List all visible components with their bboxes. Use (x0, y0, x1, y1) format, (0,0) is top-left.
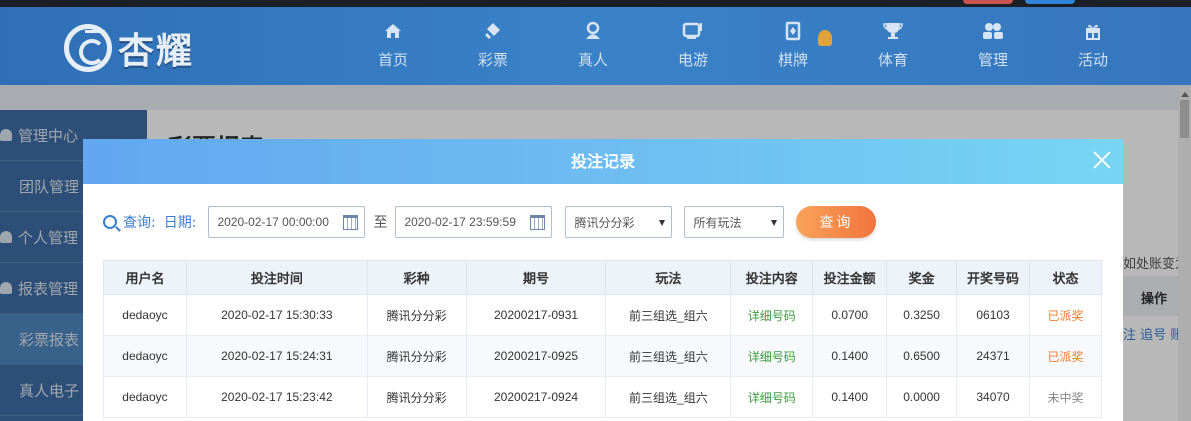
cell-issue: 20200217-0924 (465, 376, 607, 418)
column-header: 用户名 (103, 260, 187, 295)
search-icon (103, 215, 117, 229)
users-icon (943, 20, 1043, 42)
query-label: 查询: (123, 215, 156, 231)
modal-header: 投注记录 (83, 139, 1123, 184)
person-icon (543, 20, 643, 42)
home-icon (343, 20, 443, 42)
nav-label: 电游 (677, 51, 708, 69)
table-row: dedaoyc 2020-02-17 15:24:31 腾讯分分彩 202002… (103, 335, 1102, 377)
cell-draw-number: 06103 (956, 294, 1031, 336)
cell-username: dedaoyc (103, 294, 187, 336)
nav-label: 棋牌 (777, 51, 808, 69)
browser-top-strip (0, 0, 1191, 7)
detail-numbers-link[interactable]: 详细号码 (730, 376, 814, 418)
nav-item-home[interactable]: 首页 (343, 20, 443, 70)
nav-item-lottery[interactable]: 彩票 (443, 20, 543, 70)
nav-label: 首页 (377, 51, 408, 69)
top-strip-button-blue[interactable] (1025, 0, 1075, 4)
logo-emblem-icon (64, 24, 112, 72)
cell-prize: 0.0000 (886, 376, 958, 418)
column-header: 投注时间 (185, 260, 368, 295)
cell-draw-number: 34070 (956, 376, 1031, 418)
cell-bet-time: 2020-02-17 15:24:31 (185, 335, 368, 377)
nav-item-egame[interactable]: 电游 (643, 20, 743, 70)
table-row: dedaoyc 2020-02-17 15:30:33 腾讯分分彩 202002… (103, 294, 1102, 336)
filter-bar: 查询: 日期: 2020-02-17 00:00:00 至 2020-02-17… (103, 206, 877, 238)
bet-record-table: 用户名 投注时间 彩种 期号 玩法 投注内容 投注金额 奖金 开奖号码 状态 d… (103, 260, 1102, 418)
cell-play: 前三组选_组六 (605, 376, 732, 418)
column-header: 投注金额 (812, 260, 888, 295)
cell-prize: 0.6500 (886, 335, 958, 377)
column-header: 玩法 (605, 260, 732, 295)
status-badge: 已派奖 (1029, 294, 1102, 336)
column-header: 投注内容 (730, 260, 814, 295)
chevron-down-icon (771, 220, 778, 226)
nav-label: 管理 (977, 51, 1008, 69)
lottery-type-value: 腾讯分分彩 (574, 215, 635, 230)
end-date-input[interactable]: 2020-02-17 23:59:59 (395, 206, 553, 238)
cell-username: dedaoyc (103, 335, 187, 377)
bet-record-modal: 投注记录 查询: 日期: 2020-02-17 00:00:00 至 2020-… (83, 139, 1123, 421)
nav-label: 体育 (877, 51, 908, 69)
column-header: 开奖号码 (956, 260, 1031, 295)
logo-text: 杏耀 (118, 30, 195, 72)
gift-icon (1043, 20, 1143, 42)
cell-bet-time: 2020-02-17 15:23:42 (185, 376, 368, 418)
nav-item-sports[interactable]: 体育 (843, 20, 943, 70)
cell-bet-amount: 0.1400 (812, 376, 888, 418)
gamepad-icon (643, 20, 743, 42)
detail-numbers-link[interactable]: 详细号码 (730, 335, 814, 377)
detail-numbers-link[interactable]: 详细号码 (730, 294, 814, 336)
column-header: 状态 (1029, 260, 1102, 295)
cell-draw-number: 24371 (956, 335, 1031, 377)
chess-badge-icon (818, 30, 832, 46)
nav-item-promo[interactable]: 活动 (1043, 20, 1143, 70)
nav-label: 彩票 (477, 51, 508, 69)
status-badge: 未中奖 (1029, 376, 1102, 418)
nav-label: 活动 (1077, 51, 1108, 69)
chevron-down-icon (659, 220, 666, 226)
cell-lottery: 腾讯分分彩 (366, 335, 467, 377)
cell-bet-amount: 0.0700 (812, 294, 888, 336)
calendar-icon[interactable] (530, 215, 546, 230)
cell-prize: 0.3250 (886, 294, 958, 336)
start-date-input[interactable]: 2020-02-17 00:00:00 (208, 206, 366, 238)
column-header: 奖金 (886, 260, 958, 295)
cell-username: dedaoyc (103, 376, 187, 418)
column-header: 期号 (465, 260, 607, 295)
calendar-icon[interactable] (343, 215, 359, 230)
top-strip-button-red[interactable] (963, 0, 1013, 4)
cell-issue: 20200217-0931 (465, 294, 607, 336)
date-label: 日期: (163, 215, 197, 231)
start-date-value: 2020-02-17 00:00:00 (217, 215, 329, 229)
table-header-row: 用户名 投注时间 彩种 期号 玩法 投注内容 投注金额 奖金 开奖号码 状态 (103, 260, 1102, 295)
date-range-separator: 至 (373, 215, 388, 231)
trophy-icon (843, 20, 943, 42)
cell-issue: 20200217-0925 (465, 335, 607, 377)
lottery-type-select[interactable]: 腾讯分分彩 (565, 206, 673, 238)
play-type-select[interactable]: 所有玩法 (684, 206, 785, 238)
nav-item-live[interactable]: 真人 (543, 20, 643, 70)
cell-play: 前三组选_组六 (605, 294, 732, 336)
close-icon[interactable] (1093, 151, 1111, 169)
main-nav: 首页 彩票 真人 电游 棋牌 体育 管理 活动 (343, 20, 1143, 70)
table-row: dedaoyc 2020-02-17 15:23:42 腾讯分分彩 202002… (103, 376, 1102, 418)
cell-lottery: 腾讯分分彩 (366, 294, 467, 336)
cell-lottery: 腾讯分分彩 (366, 376, 467, 418)
site-logo[interactable]: 杏耀 (64, 18, 194, 78)
column-header: 彩种 (366, 260, 467, 295)
ticket-icon (443, 20, 543, 42)
cell-bet-amount: 0.1400 (812, 335, 888, 377)
cell-bet-time: 2020-02-17 15:30:33 (185, 294, 368, 336)
nav-item-manage[interactable]: 管理 (943, 20, 1043, 70)
end-date-value: 2020-02-17 23:59:59 (404, 215, 516, 229)
query-button[interactable]: 查询 (796, 206, 877, 238)
modal-title: 投注记录 (570, 152, 635, 171)
status-badge: 已派奖 (1029, 335, 1102, 377)
cell-play: 前三组选_组六 (605, 335, 732, 377)
play-type-value: 所有玩法 (693, 215, 742, 230)
nav-label: 真人 (577, 51, 608, 69)
